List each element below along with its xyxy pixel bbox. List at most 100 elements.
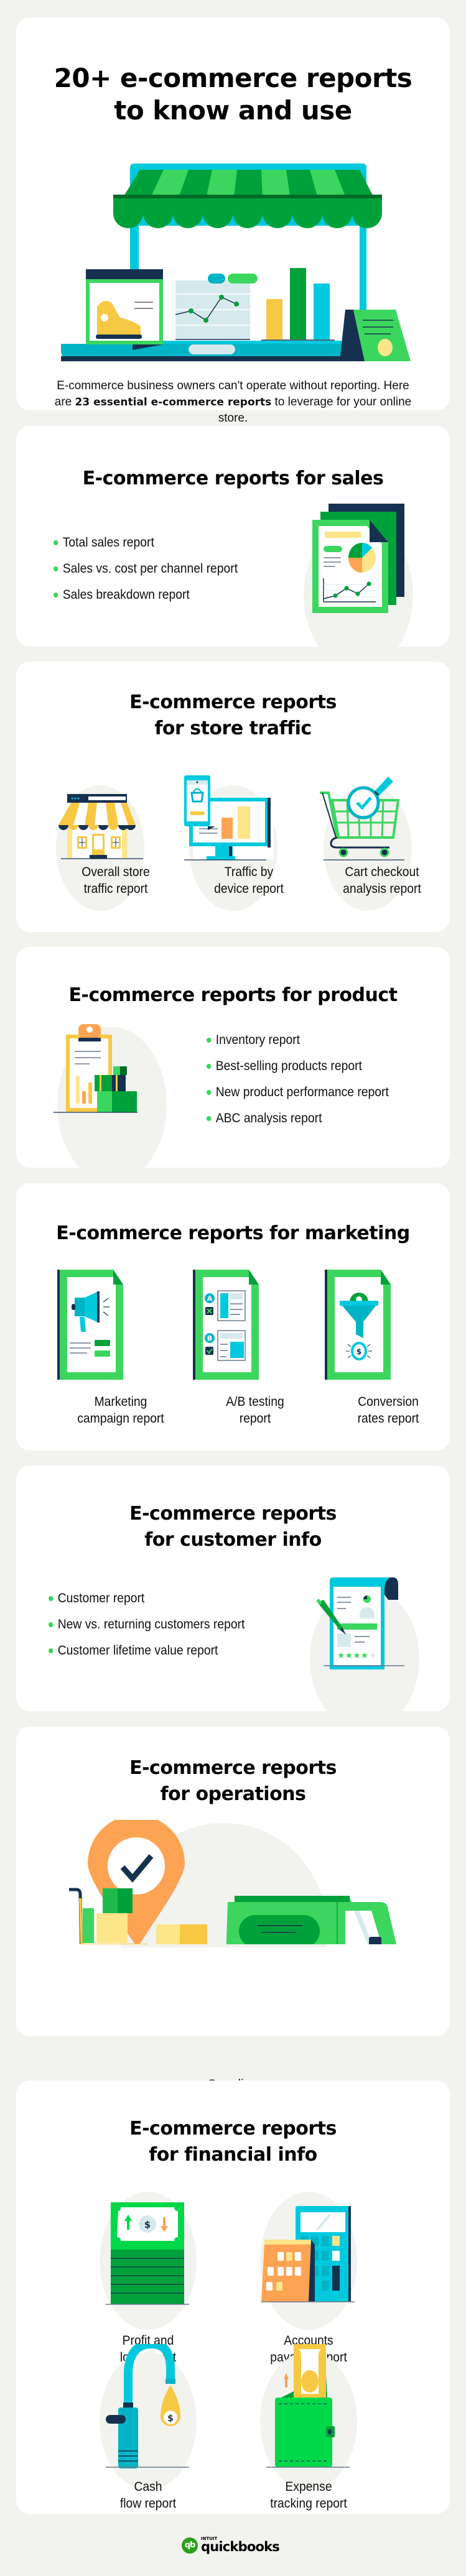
traffic-caption-2: Traffic by device report — [192, 864, 306, 897]
marketing-caption-3: Conversion rates report — [331, 1393, 445, 1427]
customer-title: E-commerce reports for customer info — [16, 1501, 450, 1553]
caption-line: tracking report — [270, 2496, 347, 2511]
sales-card: E-commerce reports for sales Total sales… — [16, 426, 450, 670]
operations-card: E-commerce reports for operations — [16, 1727, 450, 2144]
megaphone-icon — [57, 1270, 123, 1380]
title-line-1: E-commerce reports — [129, 1757, 337, 1779]
marketing-card: E-commerce reports for marketing Marketi… — [16, 1183, 450, 1451]
caption-line: Conversion — [358, 1395, 419, 1409]
title-line-2: for financial info — [149, 2144, 317, 2166]
financial-title: E-commerce reports for financial info — [16, 2116, 450, 2168]
caption-line: A/B testing — [226, 1395, 284, 1409]
caption-line: flow report — [119, 2496, 177, 2511]
product-report-list: Inventory report Best-selling products r… — [207, 1027, 404, 1132]
title-line-2: for customer info — [144, 1529, 322, 1551]
faucet-icon: $ — [106, 2344, 189, 2468]
ab-label-b: B — [207, 1334, 212, 1342]
bullet-icon — [54, 540, 58, 545]
list-item-label: Inventory report — [215, 1033, 301, 1047]
quickbooks-label: quickbooks — [201, 2539, 280, 2554]
page-title: 20+ e-commerce reports to know and use — [16, 62, 450, 127]
bullet-icon — [49, 1596, 54, 1601]
caption-line: traffic report — [83, 882, 148, 896]
storefront-laptop-illustration — [61, 164, 411, 361]
marketing-caption-1: Marketing campaign report — [63, 1393, 178, 1427]
traffic-caption-1: Overall store traffic report — [58, 864, 173, 897]
list-item-label: Best-selling products report — [215, 1059, 362, 1073]
operations-title: E-commerce reports for operations — [16, 1755, 450, 1807]
delivery-illustration — [69, 1820, 396, 1944]
list-item: Best-selling products report — [207, 1053, 389, 1079]
caption-line: campaign report — [77, 1411, 164, 1426]
dollar-sign: $ — [167, 2414, 174, 2424]
list-item: Customer report — [49, 1586, 245, 1612]
title-line-1: E-commerce reports — [129, 691, 337, 713]
bullet-icon — [207, 1116, 212, 1121]
list-item-label: Customer lifetime value report — [57, 1643, 218, 1658]
list-item-label: Customer report — [57, 1591, 145, 1605]
customer-report-list: Customer report New vs. returning custom… — [49, 1586, 262, 1664]
title-line-1: E-commerce reports — [129, 1503, 337, 1525]
rating-star-empty: ★ — [369, 1651, 377, 1661]
list-item: Sales breakdown report — [54, 582, 238, 608]
sales-report-documents-icon — [312, 504, 404, 613]
awning-scallops — [113, 198, 382, 228]
dollar-sign: $ — [144, 2219, 151, 2230]
list-item-label: New product performance report — [215, 1085, 389, 1099]
list-item-label: Sales vs. cost per channel report — [62, 561, 238, 576]
bullet-icon — [54, 593, 58, 598]
caption-line: analysis report — [343, 882, 421, 896]
bullet-icon — [49, 1648, 54, 1653]
list-item: Customer lifetime value report — [49, 1638, 245, 1664]
list-item-label: New vs. returning customers report — [57, 1617, 245, 1632]
caption-line: Cart checkout — [345, 865, 419, 879]
money-stack-icon: $ — [106, 2202, 189, 2305]
store-traffic-title: E-commerce reports for store traffic — [16, 690, 450, 742]
list-item-label: Total sales report — [62, 535, 154, 550]
funnel-icon: $ — [325, 1270, 391, 1380]
marketing-caption-2: A/B testing report — [198, 1393, 312, 1427]
inventory-clipboard-icon — [54, 1024, 137, 1113]
store-traffic-card: E-commerce reports for store traffic Ove… — [16, 662, 450, 932]
sales-title: E-commerce reports for sales — [82, 468, 384, 489]
caption-line: Expense — [285, 2480, 332, 2494]
storefront-icon — [58, 794, 143, 859]
quickbooks-logo[interactable]: qb INTUIT quickbooks — [182, 2537, 280, 2554]
caption-line: rates report — [357, 1411, 419, 1426]
customer-profile-document-icon: ★★★★ ★ — [316, 1577, 404, 1669]
list-item: Inventory report — [207, 1027, 389, 1053]
financial-caption-4: Expense tracking report — [251, 2478, 366, 2512]
intro-highlight: 23 essential e-commerce reports — [75, 396, 272, 409]
list-item-label: ABC analysis report — [215, 1111, 322, 1125]
dollar-sign: $ — [356, 1347, 361, 1356]
caption-line: device report — [214, 882, 284, 896]
bullet-icon — [207, 1064, 212, 1069]
caption-line: Cash — [134, 2480, 162, 2494]
list-item-label: Sales breakdown report — [62, 588, 190, 602]
bullet-icon — [207, 1090, 212, 1095]
list-item: Sales vs. cost per channel report — [54, 556, 238, 582]
wallet-icon — [266, 2344, 350, 2468]
ab-label-a: A — [207, 1295, 213, 1303]
customer-card: E-commerce reports for customer info Cus… — [16, 1466, 450, 1731]
title-line-1: E-commerce reports — [129, 2118, 337, 2140]
rating-stars: ★★★★ — [337, 1651, 368, 1661]
bullet-icon — [207, 1038, 212, 1043]
list-item: Total sales report — [54, 530, 238, 556]
hero-card: 20+ e-commerce reports to know and use E… — [16, 17, 450, 425]
title-line-2: to know and use — [114, 95, 352, 126]
bullet-icon — [54, 566, 58, 571]
cart-check-icon — [320, 777, 404, 861]
caption-line: Traffic by — [224, 865, 274, 879]
product-title: E-commerce reports for product — [68, 984, 398, 1006]
sales-report-list: Total sales report Sales vs. cost per ch… — [54, 530, 254, 608]
qb-logo-mark-icon: qb — [182, 2537, 198, 2554]
calculator-icon — [261, 2206, 355, 2302]
financial-card: E-commerce reports for financial info $ … — [16, 2080, 450, 2514]
bullet-icon — [49, 1622, 54, 1627]
list-item: ABC analysis report — [207, 1106, 389, 1132]
logo-wordmark: INTUIT quickbooks — [201, 2537, 280, 2554]
delivery-van-icon — [226, 1896, 396, 1944]
intro-text: E-commerce business owners can't operate… — [54, 378, 412, 427]
title-line-2: for store traffic — [154, 718, 312, 739]
